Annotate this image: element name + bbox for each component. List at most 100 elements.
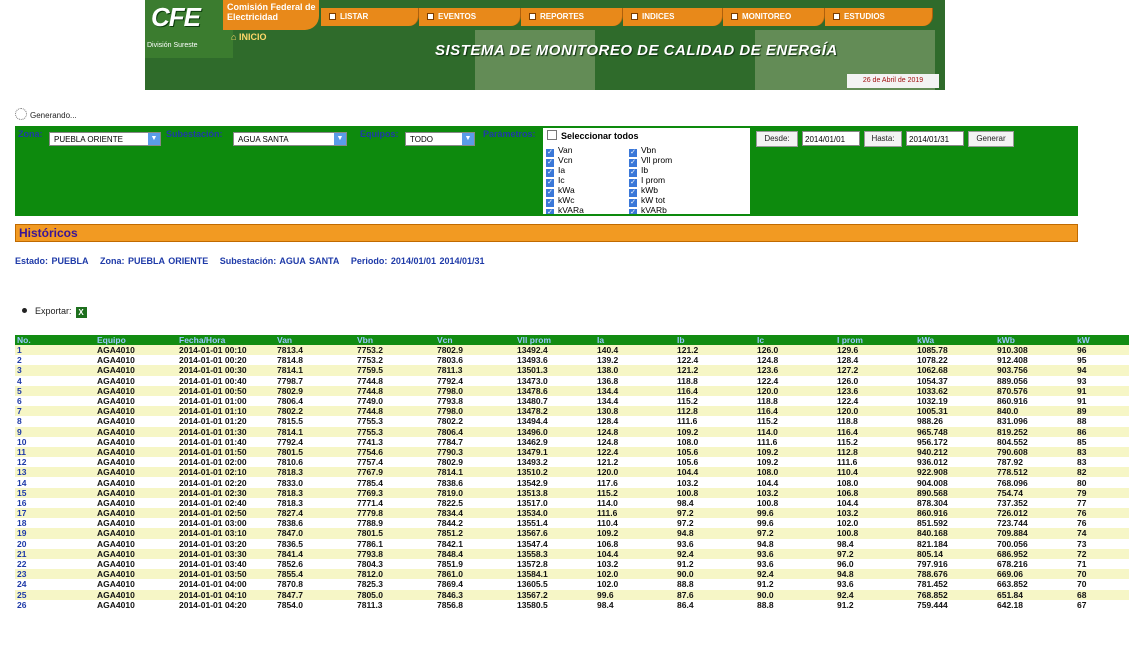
zona-select[interactable]: PUEBLA ORIENTE ▼ [49, 132, 161, 146]
table-cell: 7834.4 [435, 508, 515, 519]
table-row: 15 AGA4010 2014-01-01 02:30 7818.3 7769.3 781… [15, 487, 1129, 498]
table-cell: 100.8 [835, 528, 915, 539]
table-cell: 2014-01-01 00:40 [177, 375, 275, 386]
table-cell: AGA4010 [95, 406, 177, 417]
table-cell: 74 [1075, 528, 1129, 539]
table-cell: 93.6 [755, 558, 835, 570]
table-cell: 1078.22 [915, 355, 995, 366]
nav-indices[interactable]: INDICES [623, 8, 723, 26]
table-cell: 129.6 [835, 345, 915, 356]
org-name: Comisión Federal de Electricidad [223, 0, 319, 30]
table-cell: AGA4010 [95, 426, 177, 437]
table-cell: 103.2 [755, 487, 835, 498]
table-cell: 768.096 [995, 477, 1075, 488]
excel-icon[interactable]: X [75, 307, 87, 318]
table-cell: 686.952 [995, 548, 1075, 559]
parametros-label: Parámetros: [483, 129, 536, 139]
table-cell: 7802.9 [435, 345, 515, 356]
table-cell: AGA4010 [95, 538, 177, 549]
param-kvarb[interactable]: ✓ kVARb [629, 206, 667, 214]
table-cell: 2014-01-01 03:20 [177, 538, 275, 549]
table-cell: 126.0 [755, 345, 835, 356]
table-cell: 2014-01-01 01:30 [177, 426, 275, 437]
table-cell: 7851.2 [435, 528, 515, 539]
table-cell: 103.2 [675, 477, 755, 488]
table-cell: 7861.0 [435, 569, 515, 580]
table-cell: 86 [1075, 426, 1129, 437]
table-cell: 24 [15, 579, 95, 590]
nav-reportes[interactable]: REPORTES [521, 8, 623, 26]
select-all-checkbox[interactable]: Seleccionar todos [547, 130, 639, 141]
summary-periodo: Periodo: 2014/01/01 2014/01/31 [350, 256, 485, 266]
nav-monitoreo[interactable]: MONITOREO [723, 8, 825, 26]
nav-estudios[interactable]: ESTUDIOS [825, 8, 933, 26]
logo-area: CFE División Sureste [145, 0, 233, 58]
table-cell: 68 [1075, 589, 1129, 600]
table-cell: 2014-01-01 01:00 [177, 395, 275, 407]
table-cell: 13462.9 [515, 436, 595, 447]
table-cell: 110.4 [595, 518, 675, 529]
nav-listar[interactable]: LISTAR [321, 8, 419, 26]
subestacion-select[interactable]: AGUA SANTA ▼ [233, 132, 347, 146]
table-cell: 102.0 [835, 518, 915, 529]
table-cell: 7 [15, 406, 95, 417]
table-row: 14 AGA4010 2014-01-01 02:20 7833.0 7785.4 783… [15, 477, 1129, 488]
header-banner: CFE División Sureste Comisión Federal de… [145, 0, 945, 90]
column-header: No. [15, 335, 95, 345]
home-link[interactable]: ⌂ INICIO [231, 32, 266, 42]
column-header: Vcn [435, 335, 515, 345]
table-cell: AGA4010 [95, 416, 177, 427]
table-cell: 16 [15, 497, 95, 508]
table-cell: 1054.37 [915, 375, 995, 386]
table-cell: 890.568 [915, 487, 995, 498]
table-cell: 73 [1075, 538, 1129, 549]
summary-estado: Estado: PUEBLA [15, 256, 89, 266]
table-cell: 97.2 [755, 528, 835, 539]
table-cell: 7848.4 [435, 548, 515, 559]
table-row: 19 AGA4010 2014-01-01 03:10 7847.0 7801.5 785… [15, 528, 1129, 539]
table-cell: 115.2 [755, 416, 835, 427]
data-table-container[interactable]: No. Equipo Fecha/Hora Van Vbn Vcn Vll prom Ia Ib… [15, 335, 1129, 648]
nav-eventos[interactable]: EVENTOS [419, 8, 521, 26]
table-cell: 651.84 [995, 589, 1075, 600]
table-header-row: No. Equipo Fecha/Hora Van Vbn Vcn Vll prom Ia Ib… [15, 335, 1129, 345]
table-row: 24 AGA4010 2014-01-01 04:00 7870.8 7825.3 786… [15, 579, 1129, 590]
table-cell: 104.4 [675, 467, 755, 478]
summary-zona: Zona: PUEBLA ORIENTE [100, 256, 209, 266]
table-cell: 7749.0 [355, 395, 435, 407]
equipos-select[interactable]: TODO ▼ [405, 132, 475, 146]
parameters-list[interactable]: Seleccionar todos ✓ Van ✓ Vcn ✓ Ia ✓ Ic ✓ kWa… [543, 128, 750, 214]
spinner-icon [15, 108, 27, 120]
table-cell: AGA4010 [95, 345, 177, 356]
table-row: 22 AGA4010 2014-01-01 03:40 7852.6 7804.3 785… [15, 558, 1129, 570]
table-cell: 23 [15, 569, 95, 580]
table-cell: 117.6 [595, 477, 675, 488]
cfe-logo[interactable]: CFE [151, 2, 201, 33]
table-cell: 965.748 [915, 426, 995, 437]
column-header: Van [275, 335, 355, 345]
generar-button[interactable]: Generar [968, 131, 1014, 147]
nav-icon [529, 13, 536, 20]
hasta-input[interactable]: 2014/01/31 [906, 131, 964, 146]
check-icon: ✓ [629, 209, 637, 214]
table-cell: 7854.0 [275, 599, 355, 610]
table-cell: 956.172 [915, 436, 995, 447]
table-cell: 2014-01-01 03:40 [177, 558, 275, 570]
table-cell: 781.452 [915, 579, 995, 590]
table-cell: 840.168 [915, 528, 995, 539]
desde-input[interactable]: 2014/01/01 [802, 131, 860, 146]
table-cell: 2014-01-01 01:50 [177, 446, 275, 458]
table-cell: 139.2 [595, 355, 675, 366]
table-cell: 108.0 [755, 467, 835, 478]
table-cell: AGA4010 [95, 477, 177, 488]
table-row: 6 AGA4010 2014-01-01 01:00 7806.4 7749.0 7793… [15, 395, 1129, 407]
table-cell: 723.744 [995, 518, 1075, 529]
column-header: I prom [835, 335, 915, 345]
table-cell: 97.2 [835, 548, 915, 559]
column-header: Vbn [355, 335, 435, 345]
param-kvara[interactable]: ✓ kVARa [546, 206, 584, 214]
table-cell: 124.8 [595, 426, 675, 437]
table-cell: 1 [15, 345, 95, 356]
table-cell: 88.8 [675, 579, 755, 590]
table-cell: 13478.6 [515, 385, 595, 396]
